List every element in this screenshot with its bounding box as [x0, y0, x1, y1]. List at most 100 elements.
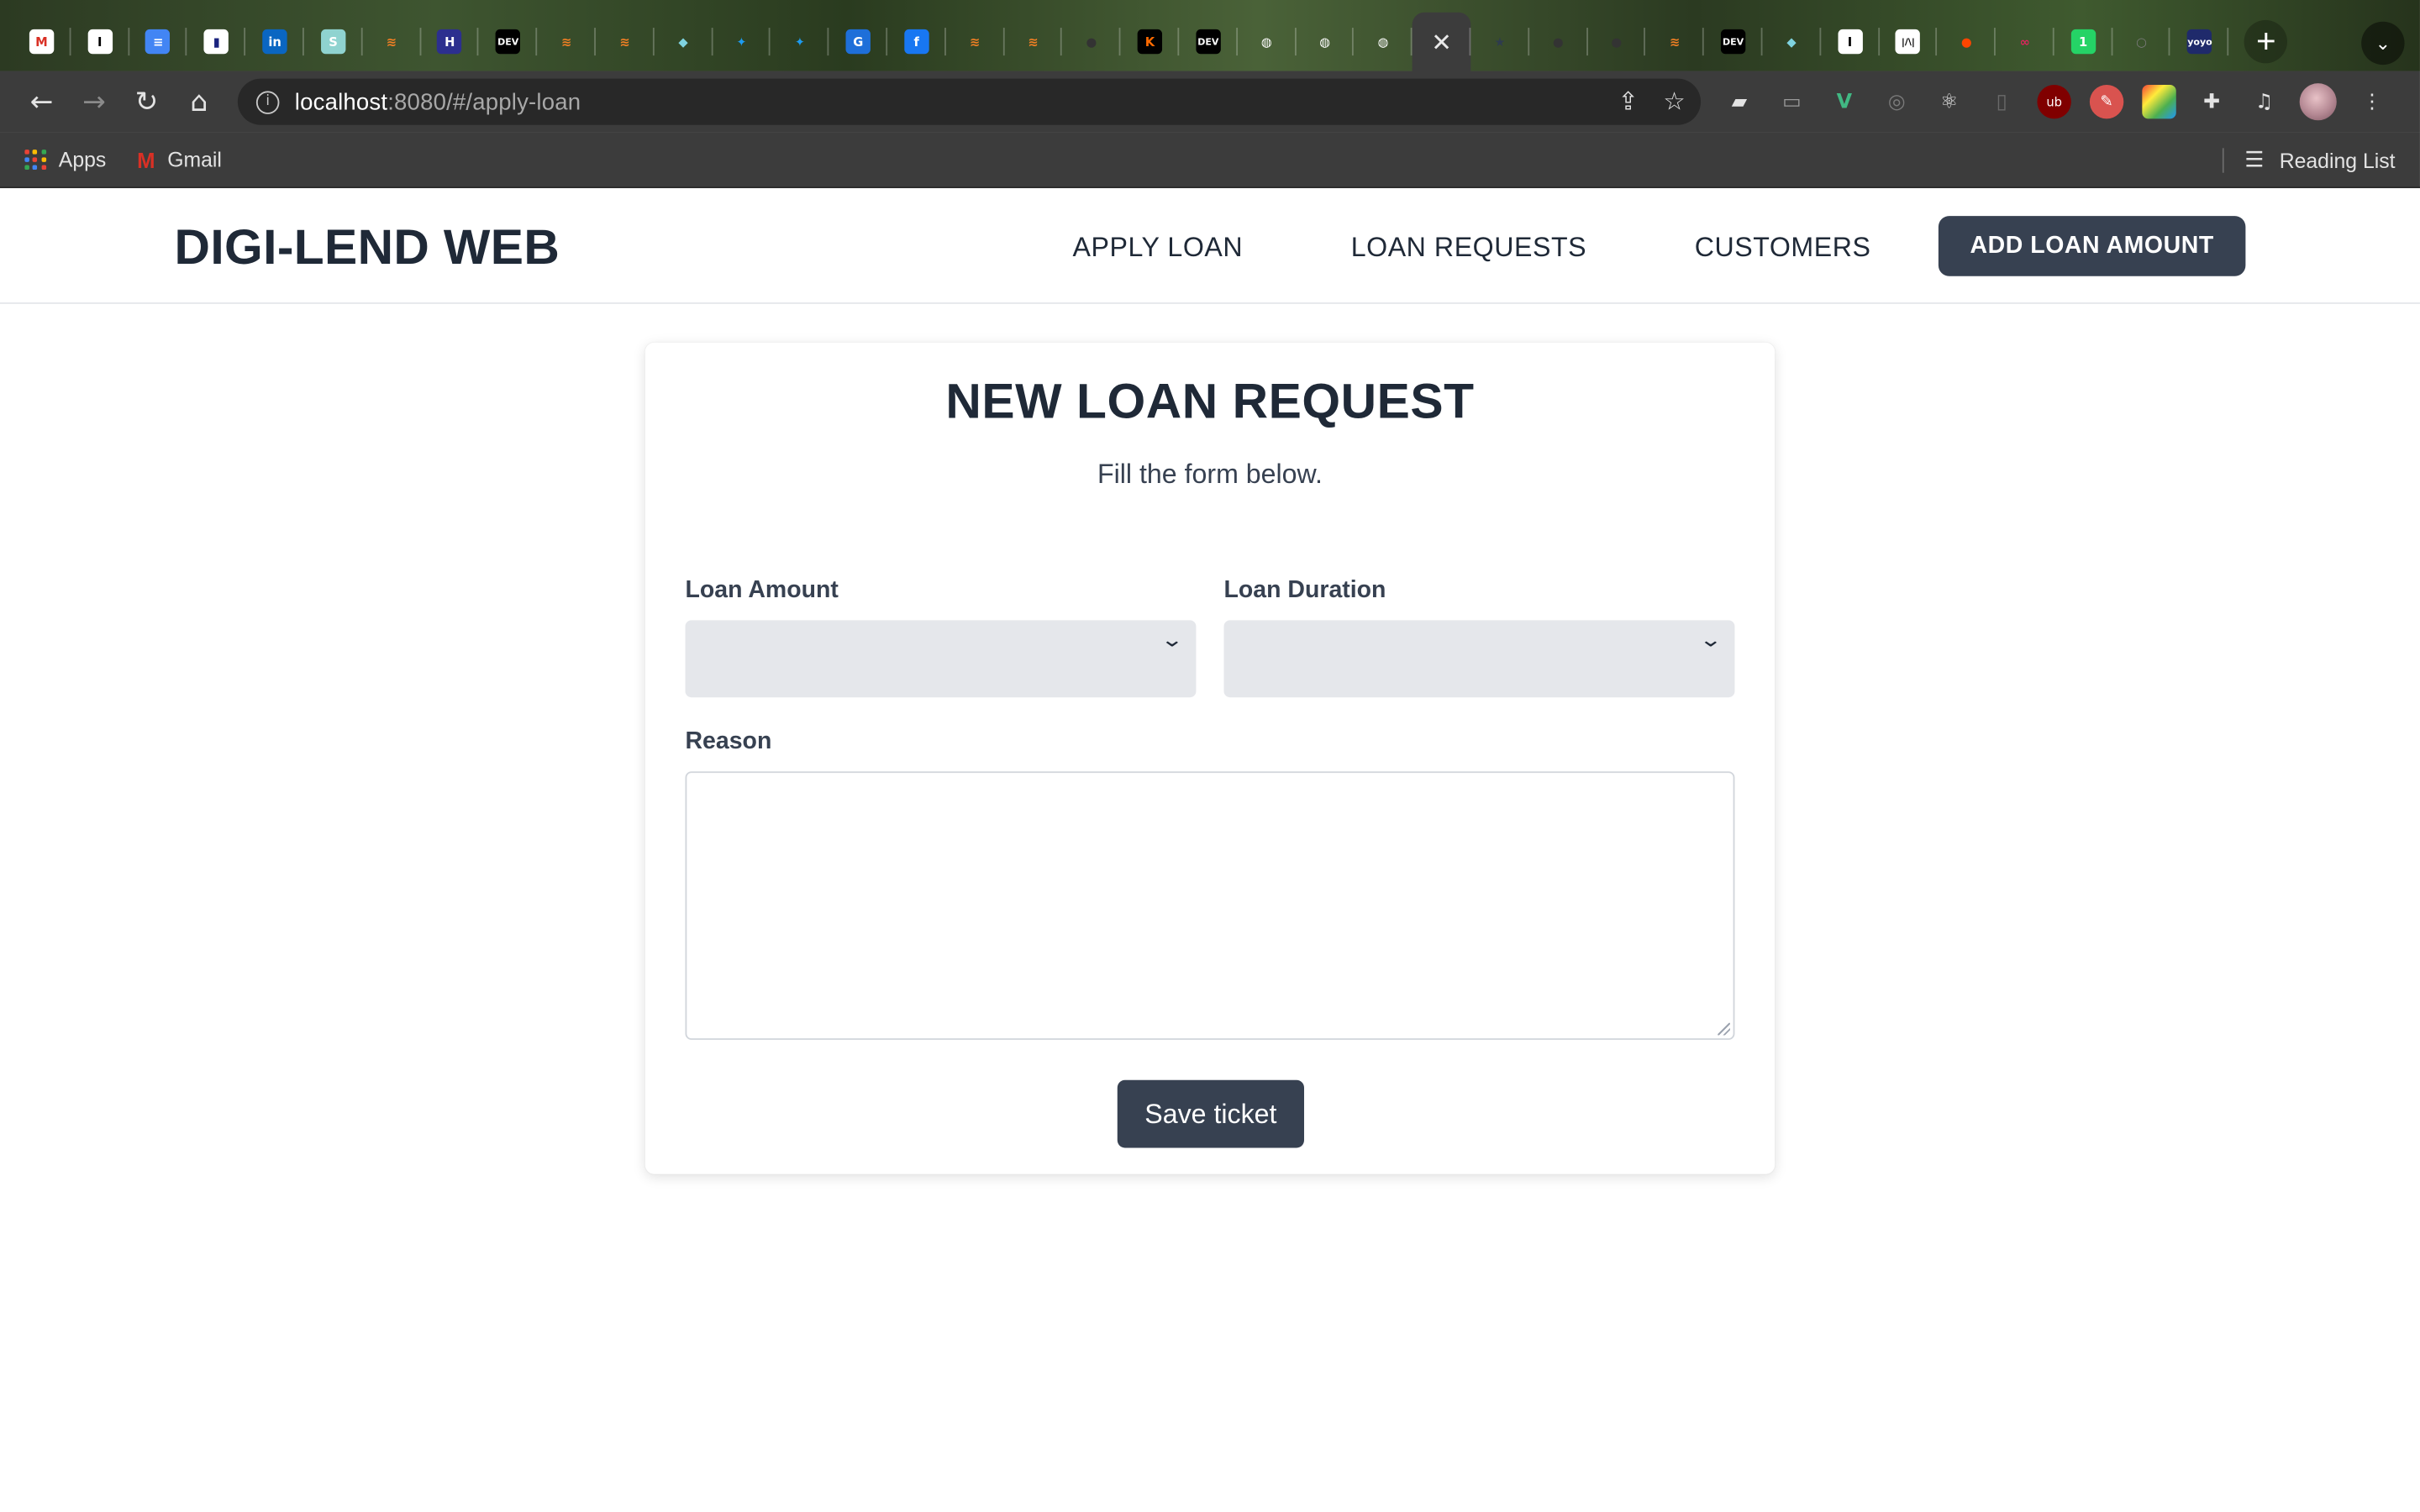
- extension-bus-icon[interactable]: ▭: [1775, 85, 1808, 118]
- share-icon[interactable]: ⇪: [1618, 87, 1639, 116]
- nav-loan-requests[interactable]: LOAN REQUESTS: [1351, 232, 1586, 265]
- resize-handle-icon[interactable]: [1718, 1022, 1730, 1036]
- browser-tab[interactable]: ✕: [1412, 12, 1471, 71]
- nav-apply-loan[interactable]: APPLY LOAN: [1073, 232, 1244, 265]
- browser-tab[interactable]: f: [887, 13, 946, 71]
- vue-devtools-icon[interactable]: V: [1828, 85, 1861, 118]
- app-navbar: DIGI-LEND WEB APPLY LOAN LOAN REQUESTS C…: [0, 188, 2420, 304]
- google-docs-icon: ≡: [145, 29, 171, 55]
- more-menu-icon[interactable]: ⋮: [2355, 85, 2389, 118]
- browser-tab[interactable]: DEV: [1704, 13, 1762, 71]
- browser-tab[interactable]: |/\|: [1879, 13, 1938, 71]
- site-info-icon[interactable]: i: [255, 90, 280, 113]
- stackoverflow-icon: ≋: [619, 34, 630, 49]
- browser-tab[interactable]: I: [71, 13, 129, 71]
- forward-arrow-icon[interactable]: →: [68, 76, 120, 128]
- browser-tab[interactable]: ●: [1062, 13, 1121, 71]
- browser-tab[interactable]: ≡: [129, 13, 187, 71]
- home-icon[interactable]: ⌂: [173, 76, 225, 128]
- linkedin-icon: in: [262, 29, 287, 55]
- waveform-app-icon: |/\|: [1896, 29, 1921, 55]
- tab-search-chevron-icon[interactable]: ⌄: [2361, 21, 2405, 66]
- reading-list-button[interactable]: ☰ Reading List: [2223, 133, 2396, 188]
- reading-list-label: Reading List: [2279, 149, 2396, 172]
- extension-circle-icon[interactable]: ◎: [1880, 85, 1913, 118]
- browser-tab[interactable]: in: [245, 13, 304, 71]
- gmail-icon: M: [137, 147, 155, 172]
- browser-tab[interactable]: ◍: [1296, 13, 1355, 71]
- bookmark-gmail-label: Gmail: [167, 148, 222, 171]
- browser-tab[interactable]: G: [829, 13, 887, 71]
- browser-tab-strip: M I ≡ ▮ in S ≋ H DEV ≋ ≋ ◆ ✦ ✦ Gf ≋ ≋ ● K DEV ◍ ◍ ◍ ✕ ★ ● ● ≋ DEV ◆ I |…: [0, 0, 2420, 71]
- url-text[interactable]: localhost:8080/#/apply-loan: [295, 89, 581, 115]
- browser-tab[interactable]: I: [1821, 13, 1879, 71]
- dev-to-icon: DEV: [1720, 29, 1746, 55]
- globe-icon: ◍: [1377, 34, 1389, 49]
- star-app-icon: ★: [1494, 34, 1506, 49]
- react-devtools-icon[interactable]: ⚛: [1933, 85, 1966, 118]
- colorpick-icon[interactable]: [2142, 85, 2176, 119]
- profile-avatar[interactable]: [2299, 83, 2337, 121]
- browser-tab[interactable]: ≋: [537, 13, 596, 71]
- extensions-puzzle-icon[interactable]: ✚: [2195, 85, 2228, 118]
- save-ticket-button[interactable]: Save ticket: [1117, 1079, 1305, 1148]
- browser-tab[interactable]: ◍: [1354, 13, 1413, 71]
- browser-tab[interactable]: ○: [2112, 13, 2170, 71]
- url-path: :8080/#/apply-loan: [387, 88, 581, 115]
- link-app-icon: ∞: [2019, 34, 2030, 49]
- nav-links: APPLY LOAN LOAN REQUESTS CUSTOMERS: [1073, 232, 1980, 265]
- browser-tab[interactable]: ●: [1587, 13, 1646, 71]
- extension-red-icon[interactable]: ✎: [2089, 85, 2124, 119]
- media-queue-icon[interactable]: ♫: [2247, 85, 2281, 118]
- address-bar[interactable]: i localhost:8080/#/apply-loan ⇪ ☆: [237, 78, 1702, 125]
- browser-tab[interactable]: ●: [1938, 13, 1996, 71]
- browser-tab[interactable]: ≋: [1004, 13, 1062, 71]
- brand-logo-text[interactable]: DIGI-LEND WEB: [175, 219, 560, 276]
- reason-textarea[interactable]: [685, 771, 1735, 1040]
- browser-tab[interactable]: ◍: [1238, 13, 1296, 71]
- ublock-origin-icon[interactable]: ub: [2037, 85, 2071, 119]
- stackoverflow-icon: ≋: [1670, 34, 1681, 49]
- loan-duration-label: Loan Duration: [1223, 576, 1386, 604]
- bookmark-apps[interactable]: Apps: [24, 148, 106, 171]
- browser-tab[interactable]: DEV: [479, 13, 538, 71]
- browser-tab[interactable]: yoyo: [2170, 13, 2229, 71]
- browser-tab[interactable]: ∞: [1996, 13, 2054, 71]
- browser-tab[interactable]: ✦: [713, 13, 771, 71]
- hashnode-icon: H: [437, 29, 463, 55]
- reading-list-icon: ☰: [2244, 148, 2265, 173]
- browser-tab[interactable]: H: [421, 13, 479, 71]
- browser-tab[interactable]: ≋: [596, 13, 654, 71]
- extension-bookmark-icon[interactable]: ▯: [1985, 85, 2018, 118]
- browser-tab[interactable]: 1: [2054, 13, 2112, 71]
- browser-tab[interactable]: ≋: [1645, 13, 1704, 71]
- browser-tab[interactable]: ✦: [771, 13, 829, 71]
- bookmark-apps-label: Apps: [58, 148, 107, 171]
- browser-tab[interactable]: ●: [1529, 13, 1587, 71]
- browser-tab[interactable]: M: [13, 13, 71, 71]
- browser-tab[interactable]: ◆: [654, 13, 713, 71]
- browser-tab[interactable]: K: [1121, 13, 1179, 71]
- browser-tab[interactable]: ▮: [187, 13, 246, 71]
- extension-truck-icon[interactable]: ▰: [1723, 85, 1756, 118]
- add-loan-amount-button[interactable]: ADD LOAN AMOUNT: [1938, 216, 2246, 276]
- browser-tab[interactable]: ≋: [362, 13, 421, 71]
- reload-icon[interactable]: ↻: [120, 76, 172, 128]
- bookmark-gmail[interactable]: M Gmail: [137, 147, 222, 171]
- loan-duration-select[interactable]: ⌄: [1223, 620, 1735, 698]
- bookmarks-bar: Apps M Gmail ☰ Reading List: [0, 132, 2420, 189]
- browser-tab[interactable]: ◆: [1762, 13, 1821, 71]
- bookmark-app-icon: ▮: [203, 29, 229, 55]
- twitter-icon: ✦: [736, 34, 747, 49]
- browser-tab[interactable]: ★: [1470, 13, 1529, 71]
- bookmark-star-icon[interactable]: ☆: [1663, 87, 1685, 116]
- new-tab-button[interactable]: +: [2244, 19, 2288, 64]
- browser-tab[interactable]: S: [304, 13, 362, 71]
- browser-tab[interactable]: DEV: [1179, 13, 1238, 71]
- loan-amount-select[interactable]: ⌄: [685, 620, 1197, 698]
- browser-tab[interactable]: ≋: [945, 13, 1004, 71]
- nav-customers[interactable]: CUSTOMERS: [1695, 232, 1871, 265]
- close-icon[interactable]: ✕: [1431, 27, 1452, 56]
- back-arrow-icon[interactable]: ←: [15, 76, 67, 128]
- globe-icon: ◍: [1319, 34, 1331, 49]
